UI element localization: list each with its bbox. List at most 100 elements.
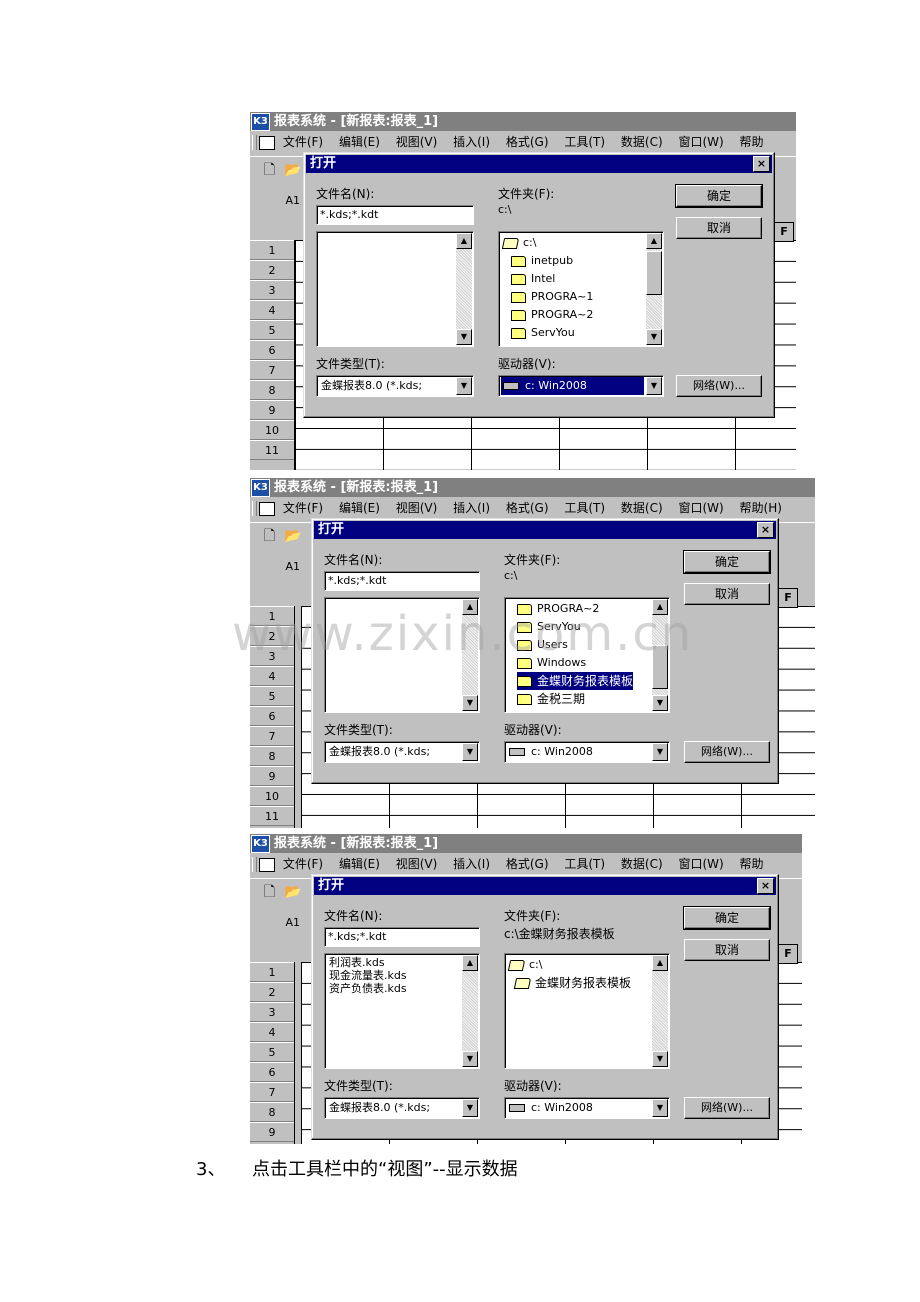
menu-view[interactable]: 视图(V) — [396, 857, 438, 871]
row-header[interactable]: 8 — [250, 1102, 294, 1122]
folder-item[interactable]: PROGRA~2 — [511, 306, 593, 324]
row-header[interactable]: 8 — [250, 746, 294, 766]
filetype-select[interactable]: 金蝶报表8.0 (*.kds; ▼ — [316, 375, 474, 397]
file-item[interactable]: 资产负债表.kds — [329, 982, 407, 996]
row-header[interactable]: 3 — [250, 280, 294, 300]
column-header-f[interactable]: F — [778, 944, 798, 964]
filetype-select[interactable]: 金蝶报表8.0 (*.kds; ▼ — [324, 741, 480, 763]
ok-button[interactable]: 确定 — [683, 906, 771, 930]
ok-button[interactable]: 确定 — [675, 184, 763, 208]
file-list-scrollbar[interactable]: ▲ ▼ — [456, 233, 472, 345]
folder-item[interactable]: c:\ — [507, 956, 542, 974]
row-header[interactable]: 8 — [250, 380, 294, 400]
row-header[interactable]: 4 — [250, 300, 294, 320]
menu-data[interactable]: 数据(C) — [621, 135, 663, 149]
menu-file[interactable]: 文件(F) — [283, 135, 323, 149]
cancel-button[interactable]: 取消 — [684, 583, 770, 605]
close-icon[interactable]: × — [757, 522, 774, 538]
row-header[interactable]: 11 — [250, 440, 294, 460]
folder-list[interactable]: c:\ inetpub Intel PROGRA~1 PROGRA~2 Serv… — [498, 231, 664, 347]
row-header[interactable]: 7 — [250, 726, 294, 746]
cancel-button[interactable]: 取消 — [676, 217, 762, 239]
file-item[interactable]: 现金流量表.kds — [329, 969, 407, 983]
document-menu-icon[interactable] — [259, 501, 275, 516]
dropdown-arrow-icon[interactable]: ▼ — [652, 743, 668, 761]
menu-file[interactable]: 文件(F) — [283, 501, 323, 515]
row-header[interactable]: 5 — [250, 320, 294, 340]
document-menu-icon[interactable] — [259, 135, 275, 150]
folder-list-scrollbar[interactable]: ▲ ▼ — [652, 955, 668, 1067]
menu-tools[interactable]: 工具(T) — [564, 857, 605, 871]
drive-select[interactable]: c: Win2008 ▼ — [504, 741, 670, 763]
network-button[interactable]: 网络(W)... — [676, 375, 762, 397]
scroll-up-icon[interactable]: ▲ — [462, 955, 478, 971]
row-header[interactable]: 6 — [250, 340, 294, 360]
scroll-up-icon[interactable]: ▲ — [456, 233, 472, 249]
row-header[interactable]: 4 — [250, 1022, 294, 1042]
menu-view[interactable]: 视图(V) — [396, 501, 438, 515]
new-file-icon[interactable]: 🗋 — [262, 162, 277, 178]
row-header[interactable]: 9 — [250, 400, 294, 420]
folder-item[interactable]: Intel — [511, 270, 555, 288]
row-header[interactable]: 4 — [250, 666, 294, 686]
menu-help[interactable]: 帮助(H) — [740, 501, 782, 515]
folder-item[interactable]: inetpub — [511, 252, 573, 270]
filetype-select[interactable]: 金蝶报表8.0 (*.kds; ▼ — [324, 1097, 480, 1119]
row-header[interactable]: 5 — [250, 1042, 294, 1062]
menu-format[interactable]: 格式(G) — [506, 501, 549, 515]
scroll-down-icon[interactable]: ▼ — [456, 329, 472, 345]
menu-edit[interactable]: 编辑(E) — [339, 135, 380, 149]
file-list[interactable]: 利润表.kds 现金流量表.kds 资产负债表.kds ▲ ▼ — [324, 953, 480, 1069]
folder-item-selected[interactable]: 金蝶财务报表模板 — [517, 672, 634, 690]
drive-select[interactable]: c: Win2008 ▼ — [504, 1097, 670, 1119]
file-list-scrollbar[interactable]: ▲ ▼ — [462, 955, 478, 1067]
row-header[interactable]: 2 — [250, 982, 294, 1002]
ok-button[interactable]: 确定 — [683, 550, 771, 574]
scroll-down-icon[interactable]: ▼ — [462, 695, 478, 711]
dropdown-arrow-icon[interactable]: ▼ — [462, 1099, 478, 1117]
open-folder-icon[interactable]: 📂 — [284, 884, 301, 900]
menu-data[interactable]: 数据(C) — [621, 857, 663, 871]
scroll-thumb[interactable] — [646, 251, 662, 295]
folder-list-scrollbar[interactable]: ▲ ▼ — [646, 233, 662, 345]
scroll-down-icon[interactable]: ▼ — [646, 329, 662, 345]
row-header[interactable]: 7 — [250, 360, 294, 380]
row-header[interactable]: 6 — [250, 1062, 294, 1082]
row-header[interactable]: 9 — [250, 766, 294, 786]
network-button[interactable]: 网络(W)... — [684, 1097, 770, 1119]
row-header[interactable]: 10 — [250, 786, 294, 806]
open-folder-icon[interactable]: 📂 — [284, 528, 301, 544]
row-header[interactable]: 2 — [250, 260, 294, 280]
folder-item[interactable]: c:\ — [501, 234, 536, 252]
menu-view[interactable]: 视图(V) — [396, 135, 438, 149]
row-header[interactable]: 11 — [250, 806, 294, 826]
row-header[interactable]: 5 — [250, 686, 294, 706]
folder-list[interactable]: c:\ 金蝶财务报表模板 ▲ ▼ — [504, 953, 670, 1069]
menu-insert[interactable]: 插入(I) — [453, 135, 490, 149]
file-item[interactable]: 利润表.kds — [329, 956, 385, 970]
scroll-up-icon[interactable]: ▲ — [646, 233, 662, 249]
folder-item[interactable]: 金税三期 — [517, 690, 585, 708]
column-header-f[interactable]: F — [774, 222, 794, 242]
row-header[interactable]: 10 — [250, 420, 294, 440]
menu-edit[interactable]: 编辑(E) — [339, 857, 380, 871]
row-header[interactable]: 9 — [250, 1122, 294, 1142]
document-menu-icon[interactable] — [259, 857, 275, 872]
folder-item[interactable]: PROGRA~1 — [511, 288, 593, 306]
scroll-down-icon[interactable]: ▼ — [652, 1051, 668, 1067]
menu-help[interactable]: 帮助 — [740, 857, 764, 871]
menu-insert[interactable]: 插入(I) — [453, 501, 490, 515]
menu-format[interactable]: 格式(G) — [506, 135, 549, 149]
drive-select[interactable]: c: Win2008 ▼ — [498, 375, 664, 397]
folder-item[interactable]: 金蝶财务报表模板 — [513, 974, 631, 992]
row-header[interactable]: 3 — [250, 1002, 294, 1022]
menu-file[interactable]: 文件(F) — [283, 857, 323, 871]
row-header[interactable]: 1 — [250, 240, 294, 260]
menu-tools[interactable]: 工具(T) — [564, 135, 605, 149]
scroll-up-icon[interactable]: ▲ — [652, 955, 668, 971]
menu-window[interactable]: 窗口(W) — [678, 857, 723, 871]
open-folder-icon[interactable]: 📂 — [284, 162, 301, 178]
menu-insert[interactable]: 插入(I) — [453, 857, 490, 871]
menu-window[interactable]: 窗口(W) — [678, 135, 723, 149]
new-file-icon[interactable]: 🗋 — [262, 884, 277, 900]
